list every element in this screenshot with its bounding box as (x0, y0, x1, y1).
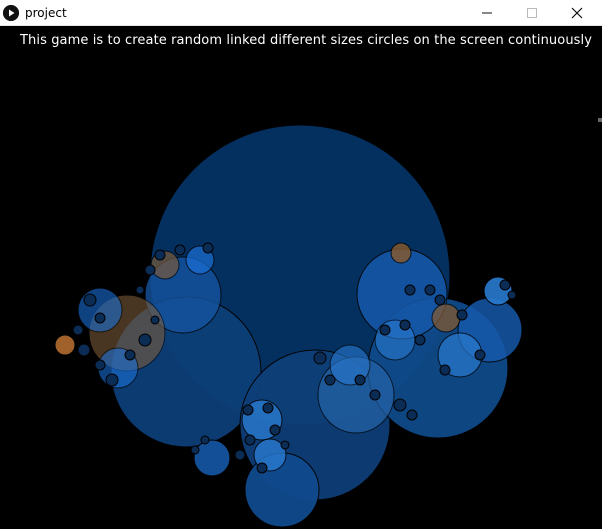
sketch-canvas[interactable] (0, 26, 602, 529)
circle-orange-top (390, 242, 412, 264)
circle-left-small (77, 287, 123, 333)
window-title: project (25, 6, 67, 20)
canvas-caption: This game is to create random linked dif… (20, 33, 593, 48)
title-bar[interactable]: project (0, 0, 602, 26)
circle-bottom-left (193, 439, 231, 477)
minimize-button[interactable] (464, 0, 510, 25)
close-icon (571, 7, 583, 18)
minimize-icon (482, 12, 492, 13)
maximize-button[interactable] (509, 0, 555, 25)
circle-orange-left (54, 334, 76, 356)
close-button[interactable] (554, 0, 600, 25)
canvas-edge-marker (598, 118, 602, 122)
circle-orange-right (431, 303, 461, 333)
play-icon[interactable] (3, 5, 19, 21)
circles-drawing (54, 124, 523, 528)
application-window: project This game is to create random li… (0, 0, 602, 529)
maximize-icon (527, 7, 537, 18)
